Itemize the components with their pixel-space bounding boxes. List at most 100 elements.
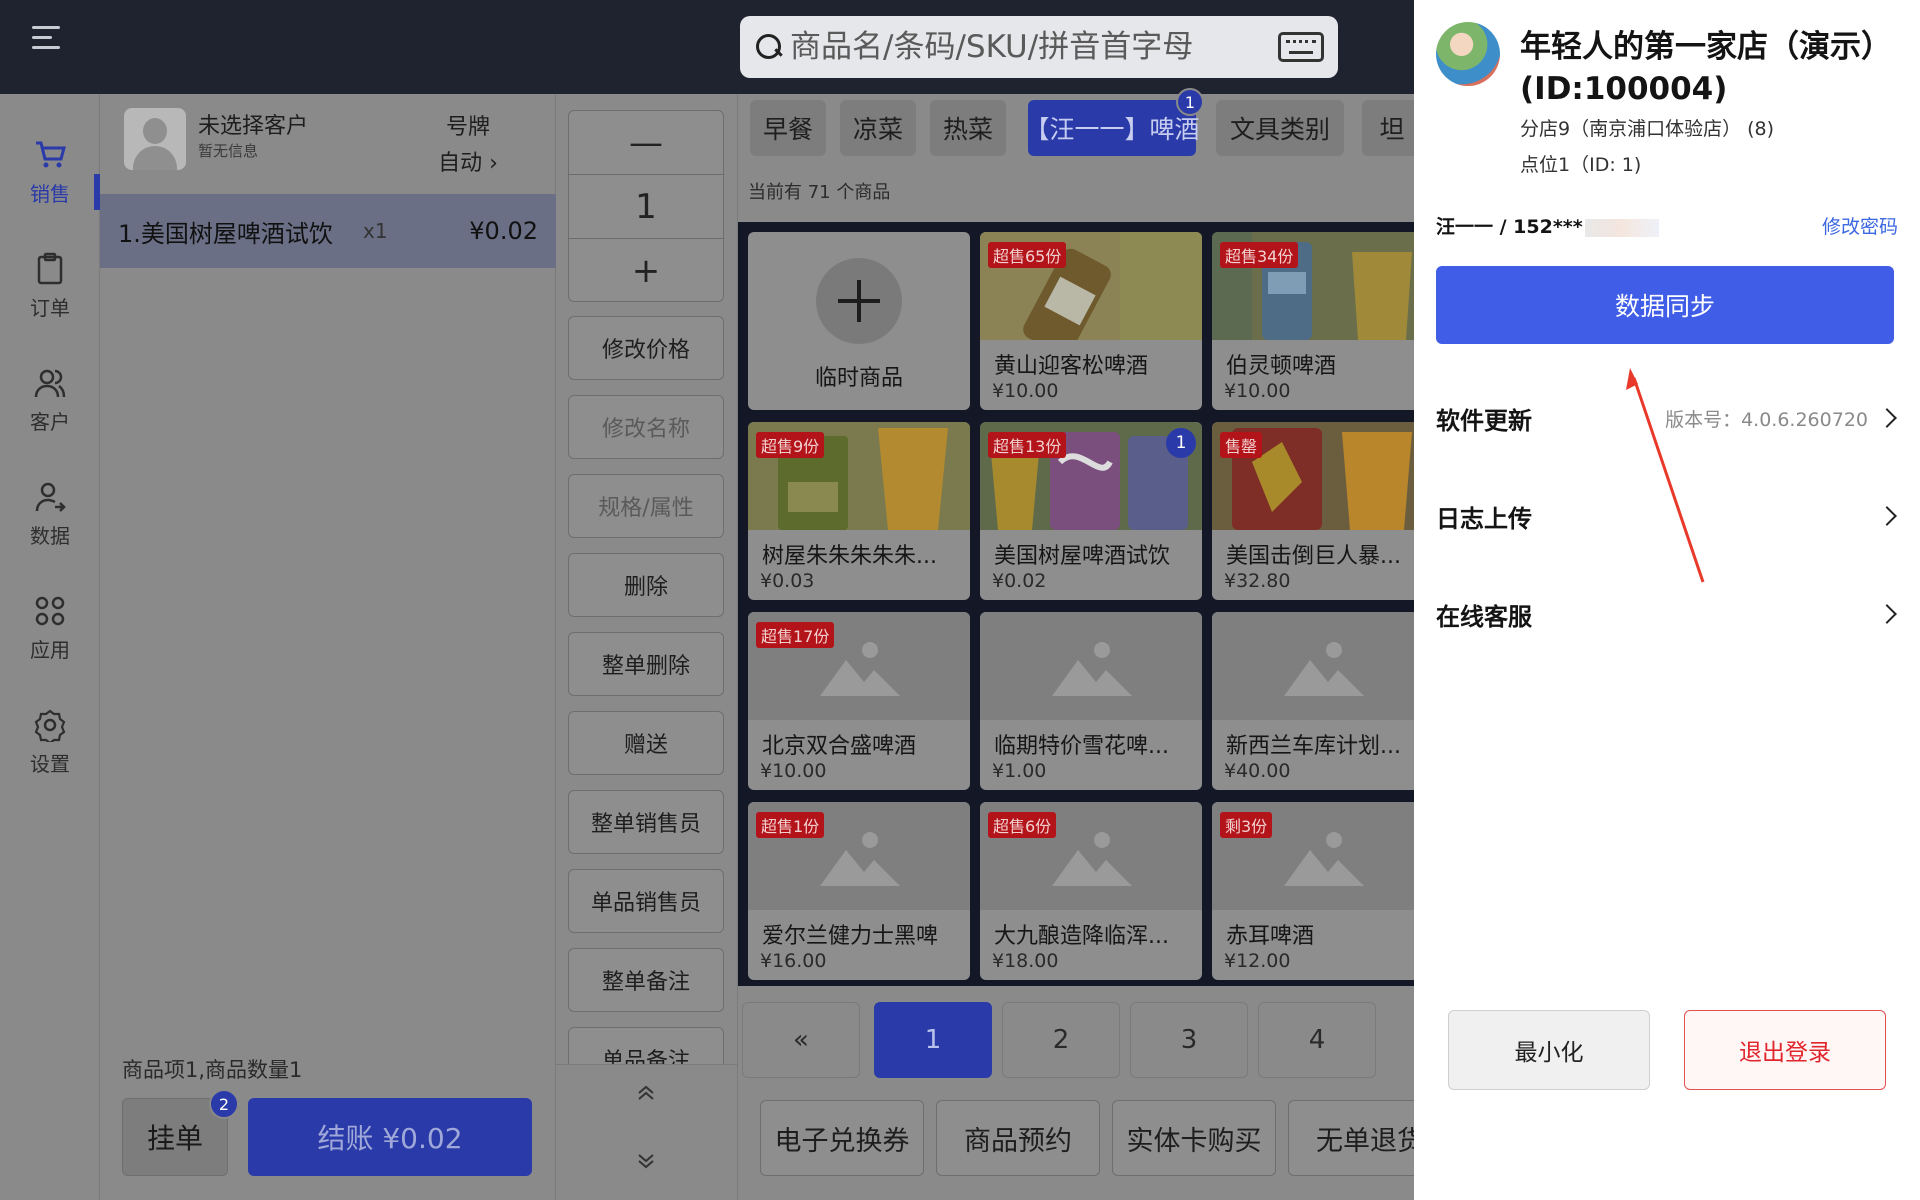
search-box[interactable] (740, 16, 1338, 78)
spec-attribute-button[interactable]: 规格/属性 (568, 474, 724, 538)
log-upload-row[interactable]: 日志上传 (1436, 486, 1898, 546)
tab-hot-dishes[interactable]: 热菜 (930, 100, 1006, 156)
nav-label: 销售 (30, 182, 70, 206)
product-card[interactable]: 剩3份 赤耳啤酒 ¥12.00 (1212, 802, 1414, 980)
order-line-item[interactable]: 1.美国树屋啤酒试饮 x1 ¥0.02 (100, 194, 556, 268)
product-card[interactable]: 超售34份 伯灵顿啤酒 ¥10.00 (1212, 232, 1414, 410)
scroll-down-icon[interactable] (636, 1151, 656, 1171)
page-button-3[interactable]: 3 (1130, 1002, 1248, 1078)
product-card[interactable]: 超售13份 1 美国树屋啤酒试饮 ¥0.02 (980, 422, 1202, 600)
menu-icon[interactable] (32, 26, 60, 50)
product-card[interactable]: 临期特价雪花啤... ¥1.00 (980, 612, 1202, 790)
nav-item-apps[interactable]: 应用 (0, 580, 100, 680)
decrease-button[interactable]: — (569, 111, 723, 175)
order-panel: 未选择客户 暂无信息 号牌 自动 › 1.美国树屋啤酒试饮 x1 ¥0.02 商… (100, 94, 556, 1200)
delete-button[interactable]: 删除 (568, 553, 724, 617)
product-price: ¥32.80 (1224, 570, 1291, 592)
hold-order-button[interactable]: 挂单 2 (122, 1089, 239, 1176)
item-salesperson-button[interactable]: 单品销售员 (568, 869, 724, 933)
tab-breakfast[interactable]: 早餐 (750, 100, 826, 156)
function-bar: 电子兑换券 商品预约 实体卡购买 无单退货 (738, 1078, 1414, 1200)
user-name: 汪一一 / 152*** (1436, 216, 1583, 238)
nav-item-data[interactable]: 数据 (0, 466, 100, 566)
software-update-row[interactable]: 软件更新 版本号：4.0.6.260720 (1436, 388, 1898, 448)
change-password-link[interactable]: 修改密码 (1822, 212, 1898, 239)
order-salesperson-button[interactable]: 整单销售员 (568, 790, 724, 854)
keyboard-icon[interactable] (1278, 32, 1324, 62)
prev-page-button[interactable]: « (742, 1002, 860, 1078)
checkout-button[interactable]: 结账 ¥0.02 (248, 1098, 532, 1176)
nav-item-customers[interactable]: 客户 (0, 352, 100, 452)
product-name: 北京双合盛啤酒 (762, 734, 917, 759)
product-card[interactable]: 新西兰车库计划... ¥40.00 (1212, 612, 1414, 790)
gift-button[interactable]: 赠送 (568, 711, 724, 775)
number-tag-value: 自动 › (438, 151, 498, 176)
product-price: ¥10.00 (992, 380, 1059, 402)
search-input[interactable] (790, 29, 1278, 65)
tab-stationery[interactable]: 文具类别 (1216, 100, 1344, 156)
nav-label: 客户 (30, 410, 70, 434)
increase-button[interactable]: + (569, 239, 723, 303)
product-name: 美国树屋啤酒试饮 (994, 544, 1171, 569)
nav-label: 设置 (30, 752, 70, 776)
product-name: 伯灵顿啤酒 (1226, 354, 1337, 379)
logout-button[interactable]: 退出登录 (1684, 1010, 1886, 1090)
tab-cold-dishes[interactable]: 凉菜 (840, 100, 916, 156)
nav-label: 订单 (30, 296, 70, 320)
reservation-button[interactable]: 商品预约 (936, 1100, 1100, 1176)
product-image-placeholder (980, 612, 1202, 720)
refund-button[interactable]: 无单退货 (1288, 1100, 1414, 1176)
online-support-row[interactable]: 在线客服 (1436, 584, 1898, 644)
stock-flag: 超售13份 (988, 432, 1067, 458)
customer-header[interactable]: 未选择客户 暂无信息 号牌 自动 › (100, 94, 556, 194)
stock-flag: 超售9份 (756, 432, 825, 458)
gear-icon (33, 708, 67, 745)
product-card[interactable]: 超售17份 北京双合盛啤酒 ¥10.00 (748, 612, 970, 790)
stock-flag: 售罄 (1220, 432, 1263, 458)
product-name: 临时商品 (814, 366, 903, 391)
product-card[interactable]: 售罄 美国击倒巨人暴... ¥32.80 (1212, 422, 1414, 600)
product-card-temp[interactable]: 临时商品 (748, 232, 970, 410)
card-purchase-button[interactable]: 实体卡购买 (1112, 1100, 1276, 1176)
delete-all-button[interactable]: 整单删除 (568, 632, 724, 696)
product-card[interactable]: 超售9份 树屋朱朱朱朱朱... ¥0.03 (748, 422, 970, 600)
product-name: 新西兰车库计划... (1226, 734, 1401, 759)
tab-more[interactable]: 坦 (1362, 100, 1422, 156)
product-image-placeholder (1212, 612, 1414, 720)
number-tag-selector[interactable]: 号牌 自动 › (418, 110, 518, 182)
category-tabs: 早餐 凉菜 热菜 【汪一一】啤酒 1 文具类别 坦 当前有 71 个商品 (738, 88, 1422, 224)
user-data-icon (33, 480, 67, 514)
modify-price-button[interactable]: 修改价格 (568, 316, 724, 380)
product-price: ¥10.00 (760, 760, 827, 782)
product-price: ¥18.00 (992, 950, 1059, 972)
nav-item-sales[interactable]: 销售 (0, 124, 100, 224)
product-card[interactable]: 超售6份 大九酿造降临浑... ¥18.00 (980, 802, 1202, 980)
product-name: 大九酿造降临浑... (994, 924, 1169, 949)
data-sync-button[interactable]: 数据同步 (1436, 266, 1894, 344)
modify-name-button[interactable]: 修改名称 (568, 395, 724, 459)
nav-item-orders[interactable]: 订单 (0, 238, 100, 338)
stock-flag: 超售65份 (988, 242, 1067, 268)
stock-flag: 超售17份 (756, 622, 835, 648)
order-item-price: ¥0.02 (469, 217, 538, 245)
search-icon (754, 32, 784, 62)
nav-item-settings[interactable]: 设置 (0, 694, 100, 794)
tab-beer-label: 【汪一一】啤酒 (1024, 115, 1200, 144)
order-note-button[interactable]: 整单备注 (568, 948, 724, 1012)
nav-label: 数据 (30, 524, 70, 548)
product-price: ¥12.00 (1224, 950, 1291, 972)
minimize-button[interactable]: 最小化 (1448, 1010, 1650, 1090)
quantity-value[interactable]: 1 (569, 175, 723, 239)
page-button-4[interactable]: 4 (1258, 1002, 1376, 1078)
clipboard-icon (33, 252, 67, 286)
product-card[interactable]: 超售1份 爱尔兰健力士黑啤 ¥16.00 (748, 802, 970, 980)
scroll-up-icon[interactable] (636, 1083, 656, 1103)
page-button-2[interactable]: 2 (1002, 1002, 1120, 1078)
image-placeholder-icon (1052, 642, 1132, 696)
page-button-1[interactable]: 1 (874, 1002, 992, 1078)
product-card[interactable]: 超售65份 黄山迎客松啤酒 ¥10.00 (980, 232, 1202, 410)
tab-beer[interactable]: 【汪一一】啤酒 1 (1025, 88, 1204, 156)
order-item-qty: x1 (363, 219, 388, 243)
e-voucher-button[interactable]: 电子兑换券 (760, 1100, 924, 1176)
order-summary: 商品项1,商品数量1 (122, 1058, 303, 1082)
